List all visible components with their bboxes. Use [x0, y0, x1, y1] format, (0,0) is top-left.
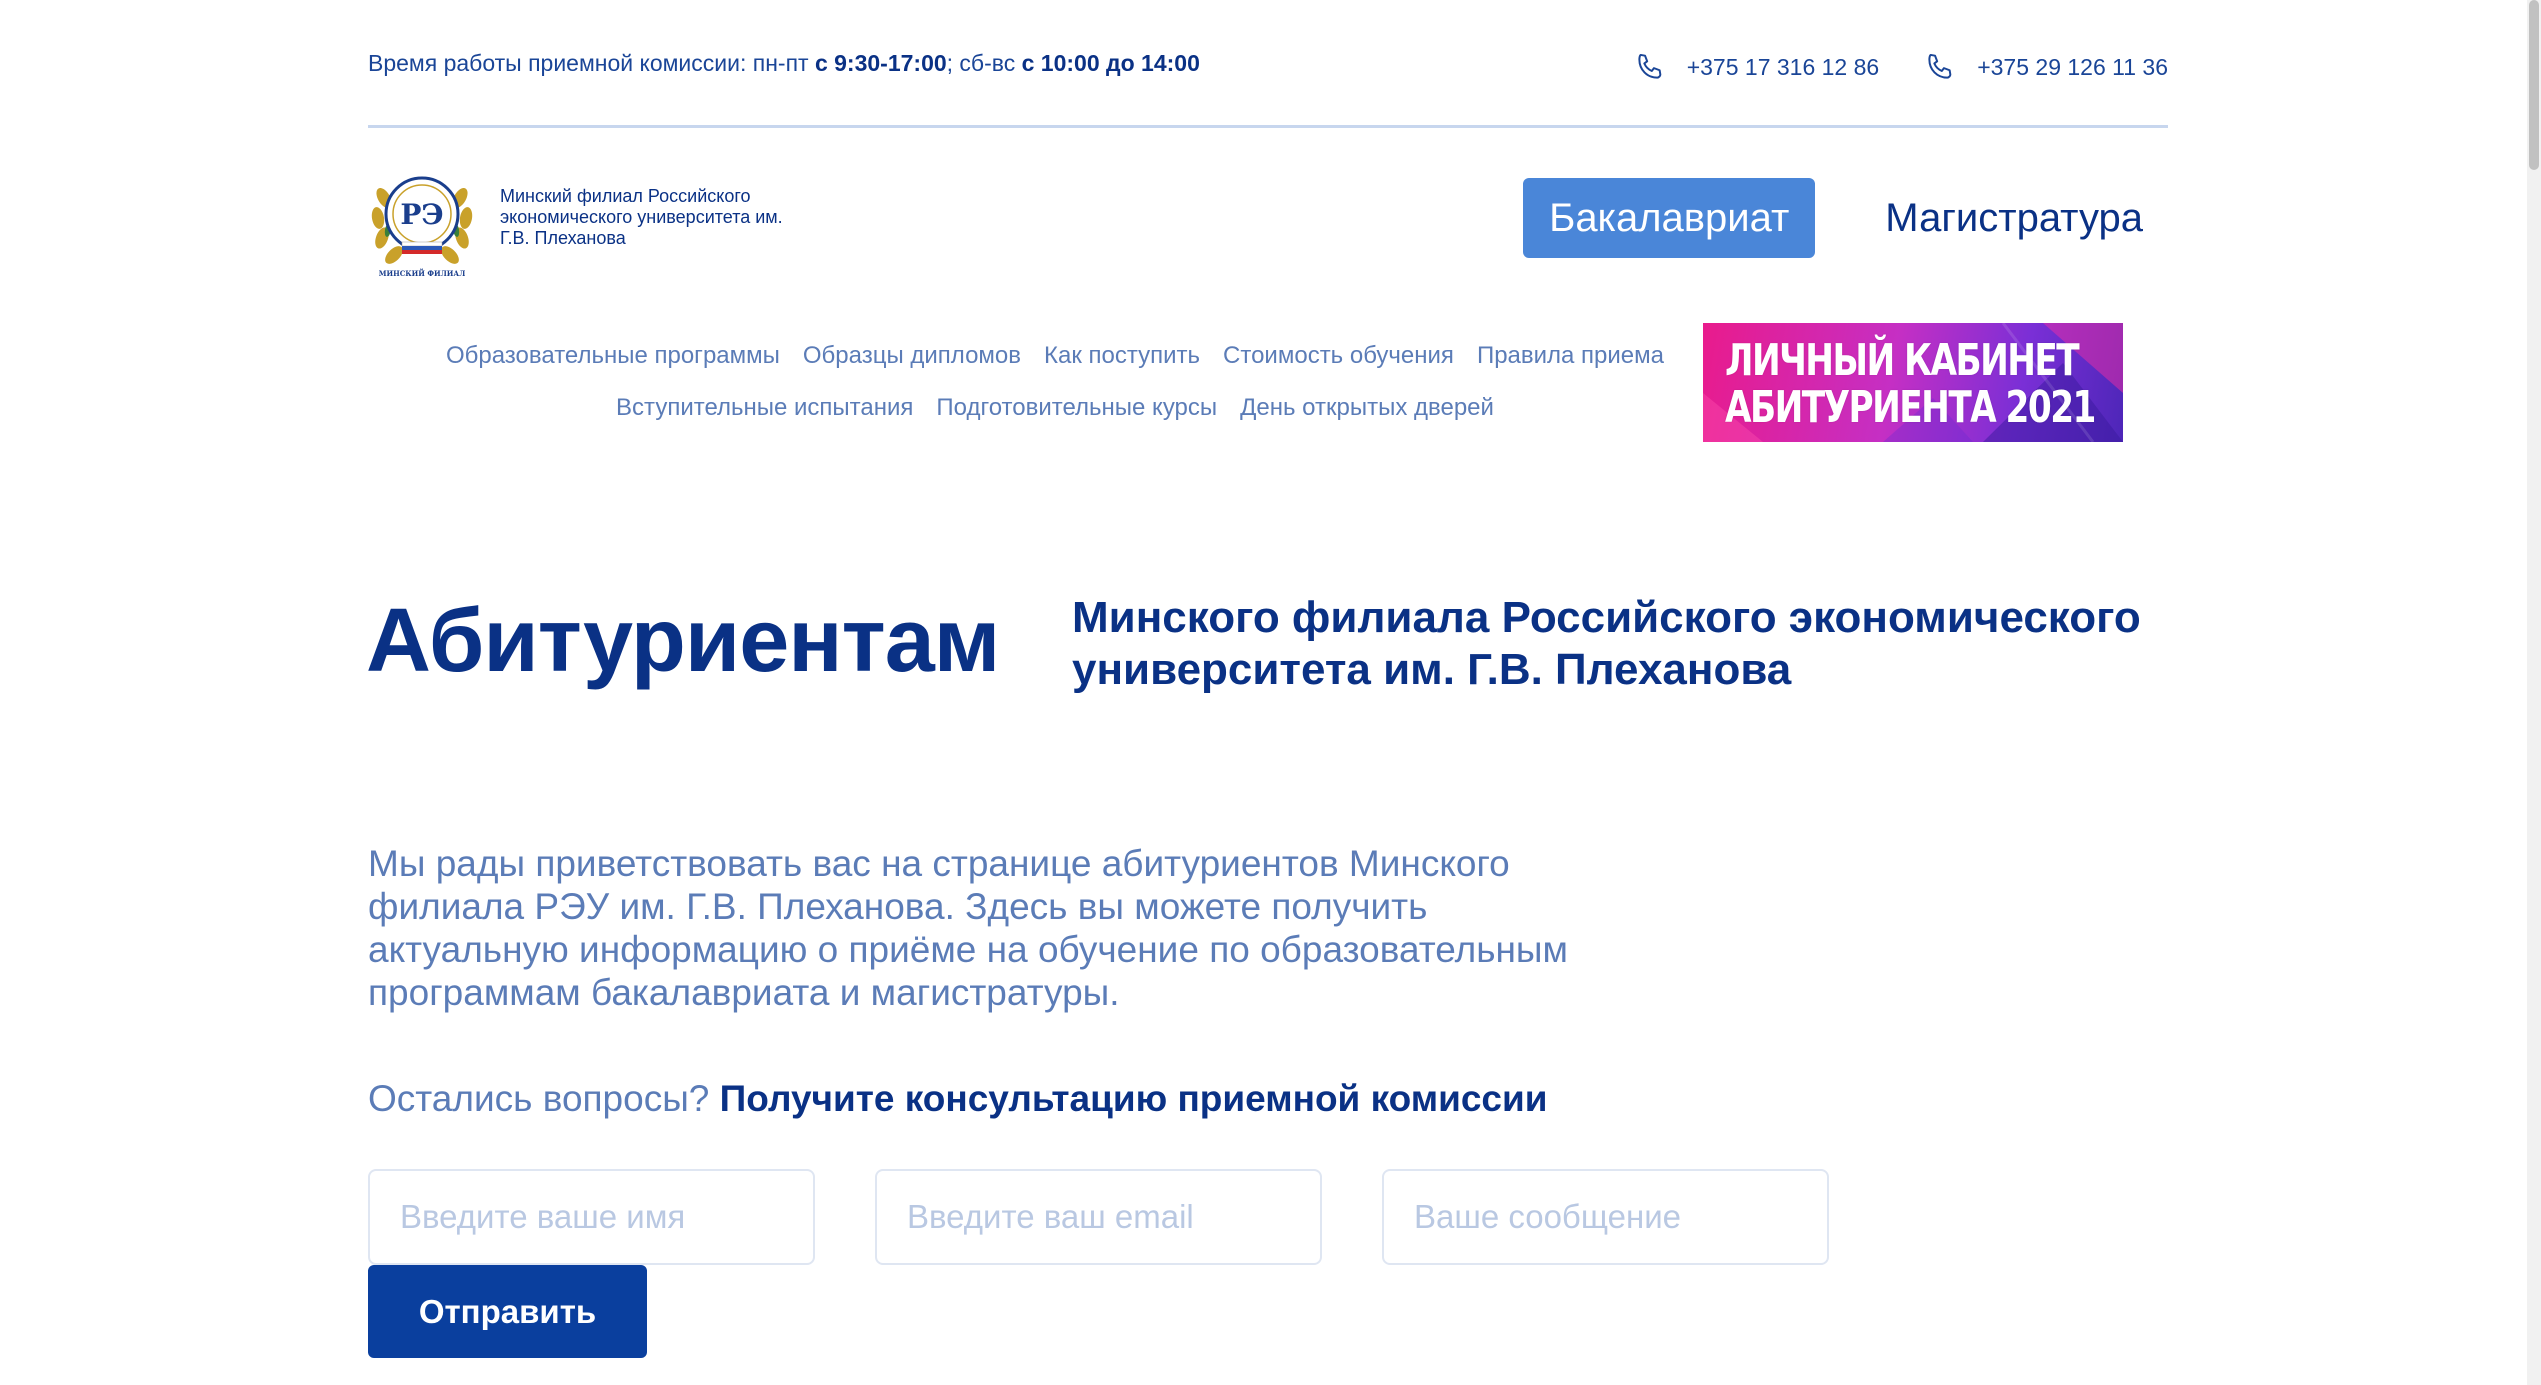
nav-row-1: Образовательные программы Образцы диплом…	[410, 342, 1700, 374]
main-nav: Образовательные программы Образцы диплом…	[410, 342, 1700, 446]
phone-number-1: +375 17 316 12 86	[1686, 53, 1880, 80]
phone-number-2: +375 29 126 11 36	[1977, 53, 2168, 80]
nav-row-2: Вступительные испытания Подготовительные…	[410, 394, 1700, 426]
nav-item-programs[interactable]: Образовательные программы	[446, 342, 780, 374]
nav-item-rules[interactable]: Правила приема	[1477, 342, 1664, 374]
hours-weekdays: с 9:30-17:00	[814, 50, 947, 76]
page-title: Абитуриентам	[366, 591, 1000, 691]
banner-line-2: АБИТУРИЕНТА 2021	[1725, 382, 2096, 433]
university-emblem-icon: РЭ МИНСКИЙ ФИЛИАЛ	[371, 176, 473, 278]
message-input[interactable]	[1382, 1169, 1829, 1265]
phone-list: +375 17 316 12 86 +375 29 126 11 36	[1633, 50, 2168, 84]
nav-item-how-to-apply[interactable]: Как поступить	[1044, 342, 1200, 374]
submit-button[interactable]: Отправить	[368, 1265, 647, 1358]
consultation-form	[368, 1169, 1829, 1265]
nav-item-tuition[interactable]: Стоимость обучения	[1223, 342, 1454, 374]
name-input[interactable]	[368, 1169, 815, 1265]
master-button[interactable]: Магистратура	[1885, 178, 2168, 258]
hours-weekend: с 10:00 до 14:00	[1021, 50, 1200, 76]
nav-item-diplomas[interactable]: Образцы дипломов	[803, 342, 1021, 374]
top-info-bar: Время работы приемной комиссии: пн-пт с …	[368, 0, 2168, 128]
intro-text: Мы рады приветствовать вас на странице а…	[368, 843, 1568, 1013]
hours-mid: ; сб-вс	[946, 50, 1022, 76]
phone-link-1[interactable]: +375 17 316 12 86	[1633, 50, 1880, 84]
questions-line: Остались вопросы? Получите консультацию …	[368, 1078, 1548, 1120]
consultation-link[interactable]: Получите консультацию приемной комиссии	[720, 1078, 1548, 1119]
site-logo[interactable]: РЭ МИНСКИЙ ФИЛИАЛ Минский филиал Российс…	[368, 158, 800, 282]
scrollbar-thumb[interactable]	[2529, 0, 2539, 170]
questions-prefix: Остались вопросы?	[368, 1078, 720, 1119]
phone-icon	[1928, 53, 1952, 79]
phone-icon	[1638, 53, 1662, 79]
svg-text:МИНСКИЙ ФИЛИАЛ: МИНСКИЙ ФИЛИАЛ	[379, 268, 466, 278]
nav-item-prep-courses[interactable]: Подготовительные курсы	[936, 394, 1217, 426]
phone-link-2[interactable]: +375 29 126 11 36	[1923, 50, 2168, 84]
banner-text: ЛИЧНЫЙ КАБИНЕТ АБИТУРИЕНТА 2021	[1725, 335, 2096, 433]
hours-prefix: Время работы приемной комиссии: пн-пт	[368, 50, 815, 76]
admissions-hours: Время работы приемной комиссии: пн-пт с …	[368, 50, 1200, 77]
nav-item-exams[interactable]: Вступительные испытания	[616, 394, 913, 426]
org-name: Минский филиал Российского экономическог…	[500, 186, 783, 248]
bachelor-button[interactable]: Бакалавриат	[1523, 178, 1816, 258]
page-scrollbar[interactable]	[2527, 0, 2541, 1385]
level-switcher: Бакалавриат Магистратура	[1523, 178, 2168, 258]
banner-line-1: ЛИЧНЫЙ КАБИНЕТ	[1725, 335, 2080, 386]
applicant-account-banner[interactable]: ЛИЧНЫЙ КАБИНЕТ АБИТУРИЕНТА 2021	[1703, 323, 2123, 442]
nav-item-open-day[interactable]: День открытых дверей	[1240, 394, 1494, 426]
email-input[interactable]	[875, 1169, 1322, 1265]
page-subtitle: Минского филиала Российского экономическ…	[1072, 593, 2141, 694]
svg-text:РЭ: РЭ	[400, 198, 443, 231]
